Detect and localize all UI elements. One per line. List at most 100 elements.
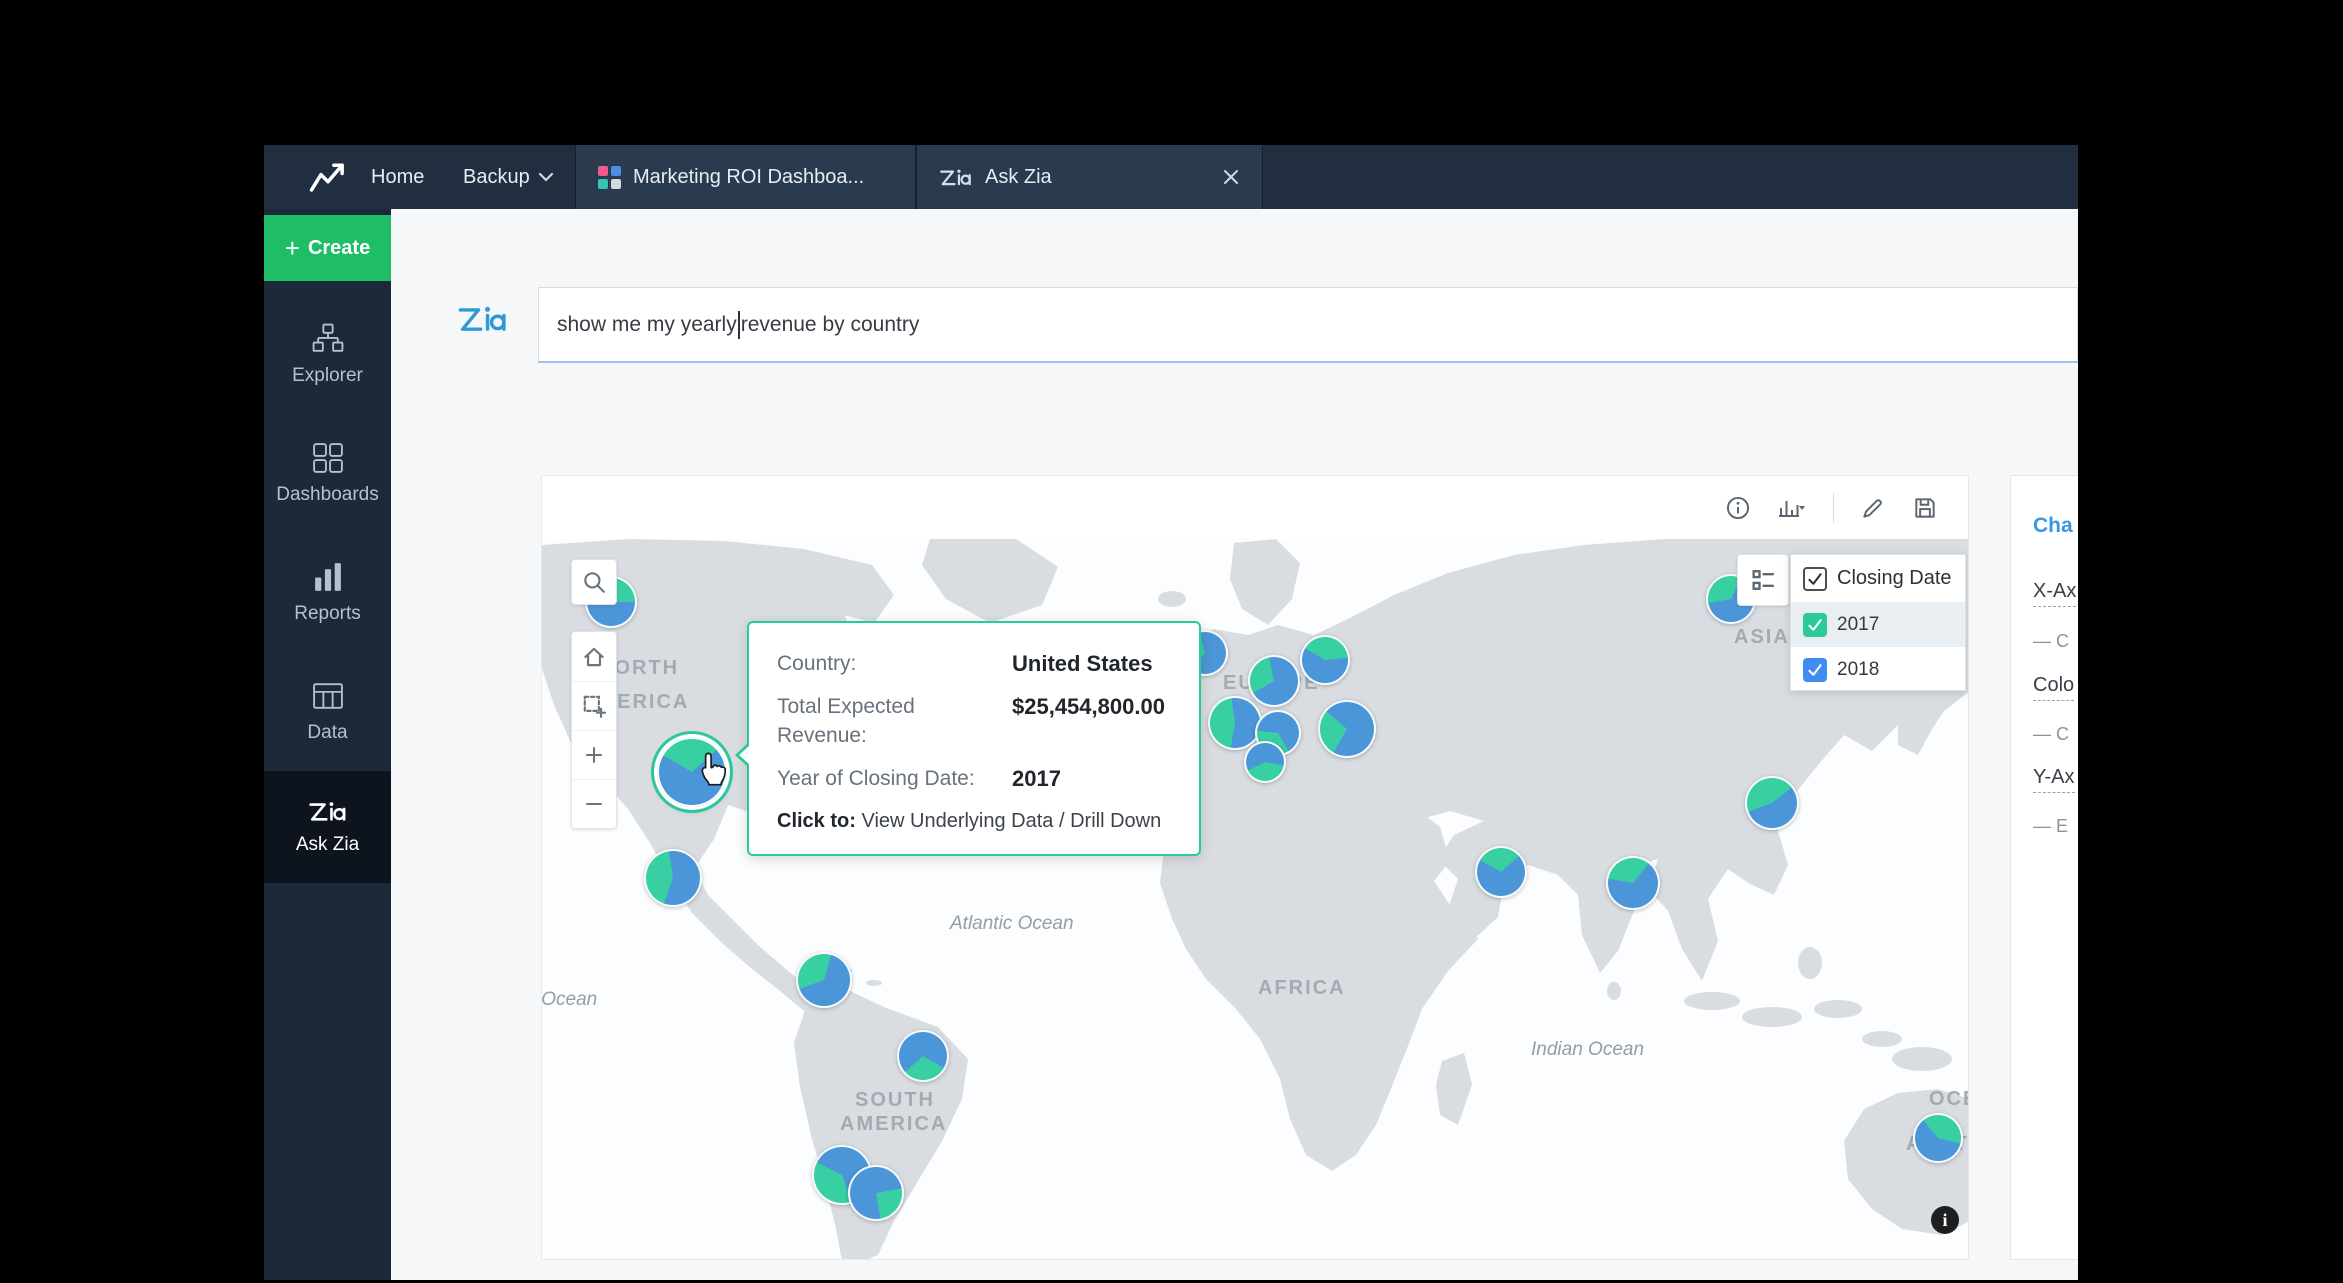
tooltip-year-label: Year of Closing Date:	[777, 767, 975, 790]
map-pie-mexico[interactable]	[644, 849, 702, 907]
sidebar: + Create Explorer Dashboards Reports Dat…	[264, 209, 391, 1280]
info-button[interactable]	[1725, 495, 1751, 521]
tooltip-revenue-value: $25,454,800.00	[1012, 694, 1165, 719]
checkbox-2018-icon	[1803, 657, 1827, 682]
map-search-button[interactable]	[571, 559, 617, 605]
map-zoom-out-button[interactable]	[572, 779, 616, 828]
sidebar-item-ask-zia[interactable]: Ask Zia	[264, 771, 391, 883]
explorer-icon	[312, 323, 343, 352]
tooltip-country-value: United States	[1012, 651, 1153, 676]
tab-label: Marketing ROI Dashboa...	[633, 165, 865, 188]
map-zoom-selection-button[interactable]	[572, 681, 616, 730]
tooltip-year-value: 2017	[1012, 766, 1061, 791]
sidebar-item-label: Reports	[294, 603, 361, 624]
map-label-south: SOUTH	[855, 1089, 935, 1111]
query-text-before-caret: show me my yearly	[557, 312, 737, 336]
settings-y-axis-label[interactable]: Y-Ax	[2033, 766, 2075, 793]
save-button[interactable]	[1912, 495, 1938, 521]
nav-home[interactable]: Home	[371, 145, 424, 209]
zia-icon	[308, 802, 345, 821]
screen: Home Backup Marketing ROI Dashboa... Ask…	[0, 0, 2343, 1283]
map-pie-france[interactable]	[1208, 696, 1262, 750]
map-pie-central-america[interactable]	[796, 952, 852, 1008]
analytics-logo-icon	[309, 163, 344, 192]
map-pie-australia[interactable]	[1913, 1113, 1963, 1163]
close-icon[interactable]	[1222, 168, 1240, 186]
settings-color-value[interactable]: — C	[2033, 724, 2069, 745]
settings-x-axis-value[interactable]: — C	[2033, 631, 2069, 652]
tooltip-click-prefix: Click to:	[777, 810, 856, 832]
sidebar-item-data[interactable]: Data	[264, 652, 391, 771]
nav-backup[interactable]: Backup	[463, 145, 554, 209]
legend-item-2018[interactable]: 2018	[1791, 647, 1965, 690]
map-pie-eastern-europe[interactable]	[1318, 700, 1376, 758]
map-label-oceania: OCEANIA	[1929, 1088, 1968, 1110]
tab-label: Ask Zia	[985, 165, 1052, 188]
map-pie-scandinavia[interactable]	[1300, 635, 1350, 685]
map-home-button[interactable]	[572, 632, 616, 681]
settings-color-label[interactable]: Colo	[2033, 674, 2075, 701]
ask-zia-query-input[interactable]: show me my yearly revenue by country	[538, 287, 2078, 363]
world-map[interactable]: NORTHAMERICAEUROPEASIAAFRICASOUTHAMERICA…	[542, 539, 1968, 1259]
reports-icon	[314, 563, 341, 591]
legend-item-2017[interactable]: 2017	[1791, 602, 1965, 647]
zia-logo	[457, 302, 509, 341]
tab-ask-zia[interactable]: Ask Zia	[916, 145, 1263, 209]
sidebar-item-label: Explorer	[292, 365, 363, 386]
plus-icon: +	[284, 233, 300, 263]
data-table-icon	[312, 683, 343, 709]
tooltip-country-label: Country:	[777, 652, 857, 675]
map-label-asia: ASIA	[1734, 626, 1790, 648]
checkbox-2017-icon	[1803, 612, 1827, 637]
settings-tab-chart[interactable]: Cha	[2033, 514, 2073, 538]
tab-marketing-roi-dashboard[interactable]: Marketing ROI Dashboa...	[575, 145, 916, 209]
sidebar-item-label: Ask Zia	[295, 834, 360, 855]
legend-panel: Closing Date 2017 2018	[1790, 554, 1966, 691]
nav-backup-label: Backup	[463, 165, 530, 188]
legend-item-label: 2017	[1837, 613, 1880, 635]
map-pie-united-states[interactable]	[657, 737, 727, 807]
sidebar-item-explorer[interactable]: Explorer	[264, 295, 391, 414]
map-label-africa: AFRICA	[1258, 977, 1346, 999]
map-pie-colombia[interactable]	[897, 1030, 949, 1082]
result-chart-card: NORTHAMERICAEUROPEASIAAFRICASOUTHAMERICA…	[541, 475, 1969, 1260]
topbar: Home Backup Marketing ROI Dashboa... Ask…	[264, 145, 2078, 209]
legend-toggle-button[interactable]	[1737, 554, 1789, 606]
map-pie-germany[interactable]	[1248, 655, 1300, 707]
settings-x-axis-label[interactable]: X-Ax	[2033, 580, 2077, 607]
checkbox-checked-icon	[1803, 566, 1827, 591]
map-pie-china[interactable]	[1745, 776, 1799, 830]
edit-button[interactable]	[1860, 495, 1886, 521]
sidebar-item-reports[interactable]: Reports	[264, 533, 391, 652]
legend-item-label: 2018	[1837, 658, 1880, 680]
legend-title: Closing Date	[1837, 567, 1952, 589]
map-zoom-controls	[571, 631, 617, 829]
create-label: Create	[307, 236, 371, 259]
dashboards-icon	[312, 443, 343, 473]
app-window: Home Backup Marketing ROI Dashboa... Ask…	[264, 145, 2078, 1280]
map-pie-argentina[interactable]	[848, 1165, 904, 1221]
map-zoom-in-button[interactable]	[572, 730, 616, 779]
legend-header[interactable]: Closing Date	[1791, 555, 1965, 602]
chart-toolbar	[1725, 486, 1938, 530]
toolbar-divider	[1833, 493, 1834, 523]
chart-type-button[interactable]	[1777, 495, 1807, 521]
sidebar-item-dashboards[interactable]: Dashboards	[264, 414, 391, 533]
sidebar-nav: Explorer Dashboards Reports Data Ask Zia	[264, 295, 391, 883]
map-label-indian-ocean: Indian Ocean	[1531, 1039, 1645, 1060]
chevron-down-icon	[538, 172, 553, 182]
zia-icon	[940, 169, 971, 185]
settings-y-axis-value[interactable]: — E	[2033, 816, 2068, 837]
map-label-atlantic-ocean: Atlantic Ocean	[950, 913, 1074, 934]
map-pie-middle-east[interactable]	[1475, 846, 1527, 898]
map-label-america: AMERICA	[840, 1113, 948, 1135]
map-pie-spain[interactable]	[1244, 741, 1286, 783]
map-attribution-info-icon[interactable]: i	[1931, 1206, 1959, 1234]
sidebar-item-label: Data	[307, 722, 348, 743]
create-button[interactable]: + Create	[264, 215, 391, 281]
tooltip-revenue-label: Total Expected Revenue:	[777, 695, 915, 747]
text-caret	[737, 310, 740, 339]
chart-settings-panel: Cha X-Ax — C Colo — C Y-Ax — E	[2010, 475, 2078, 1260]
map-pie-india[interactable]	[1606, 856, 1660, 910]
query-text-after-caret: revenue by country	[740, 312, 920, 336]
